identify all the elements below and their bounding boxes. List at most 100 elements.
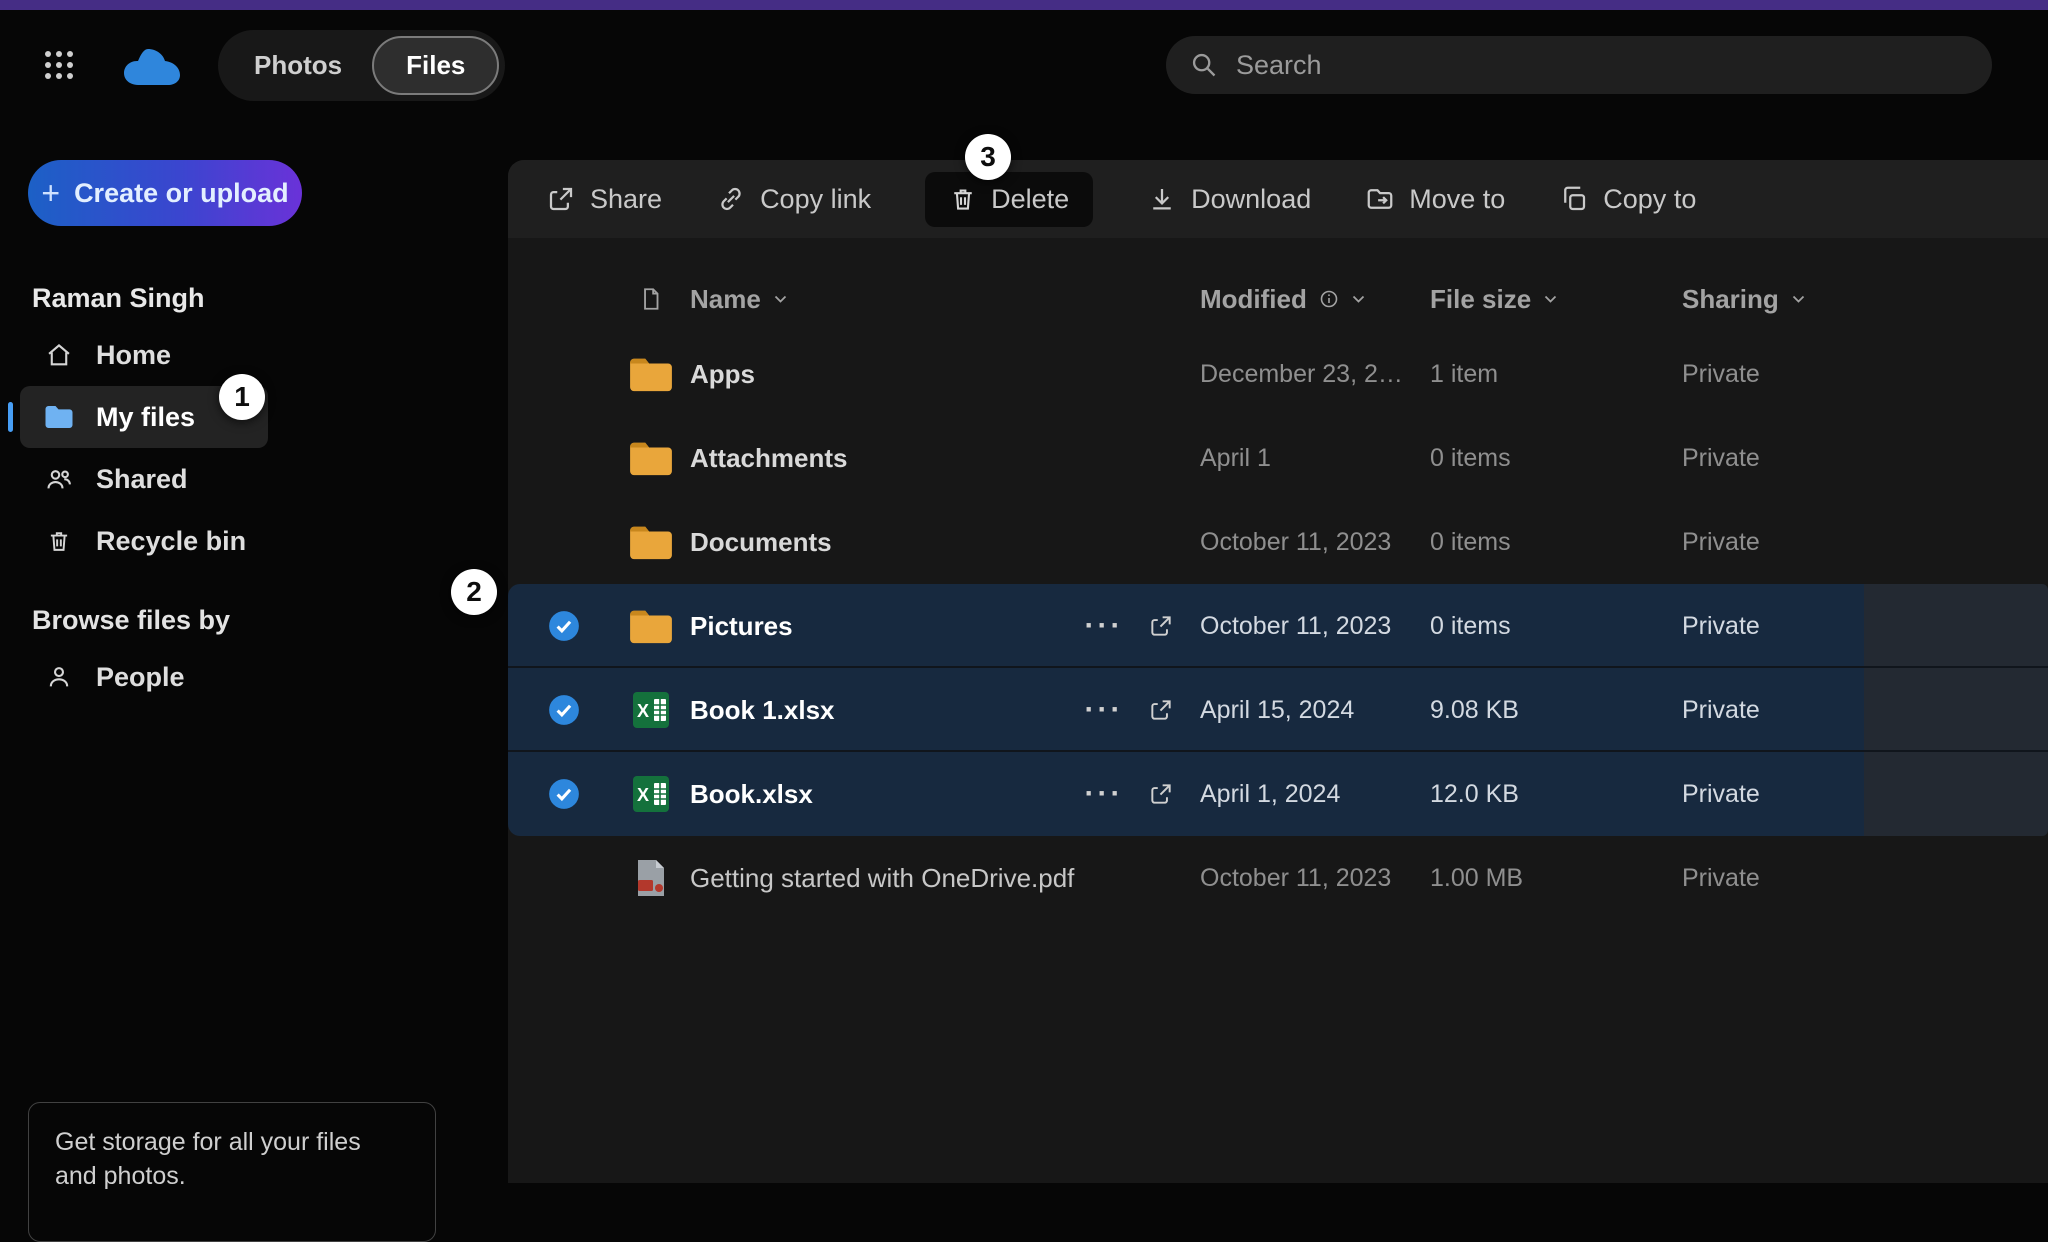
svg-text:X: X — [637, 785, 649, 805]
move-to-button[interactable]: Move to — [1365, 184, 1505, 215]
chevron-down-icon — [1791, 293, 1806, 305]
sidebar-nav: Raman Singh Home My files — [0, 272, 508, 708]
file-sharing: Private — [1674, 528, 2048, 557]
file-modified: April 1 — [1192, 444, 1422, 473]
selected-checkbox[interactable] — [508, 693, 620, 727]
sidebar-item-label: Shared — [96, 464, 188, 495]
move-to-icon — [1365, 184, 1395, 214]
home-icon — [44, 341, 74, 369]
table-row[interactable]: Getting started with OneDrive.pdf Octobe… — [508, 836, 2048, 920]
search-bar[interactable] — [1166, 36, 1992, 94]
share-icon — [546, 184, 576, 214]
trash-icon — [949, 185, 977, 213]
folder-icon — [620, 523, 682, 561]
app-launcher-icon[interactable] — [44, 50, 74, 80]
app-header: Photos Files — [0, 10, 2048, 120]
download-icon — [1147, 184, 1177, 214]
file-name[interactable]: Getting started with OneDrive.pdf — [682, 863, 1078, 894]
share-button[interactable]: Share — [546, 184, 662, 215]
file-size: 0 items — [1422, 612, 1674, 641]
table-row[interactable]: X Book 1.xlsx ··· April 15, 2024 9.08 KB… — [508, 668, 2048, 752]
chevron-down-icon — [773, 293, 788, 305]
main-panel: Share Copy link Delete — [508, 160, 2048, 1183]
file-type-column-icon — [620, 285, 682, 313]
file-name[interactable]: Pictures — [682, 611, 1078, 642]
share-label: Share — [590, 184, 662, 215]
annotation-badge-3: 3 — [965, 134, 1011, 180]
column-header-file-size[interactable]: File size — [1422, 284, 1674, 315]
table-row[interactable]: Apps December 23, 2… 1 item Private — [508, 332, 2048, 416]
photos-files-toggle: Photos Files — [218, 30, 505, 101]
svg-text:X: X — [637, 701, 649, 721]
table-row[interactable]: X Book.xlsx ··· April 1, 2024 12.0 KB Pr… — [508, 752, 2048, 836]
sidebar: + Create or upload Raman Singh Home My f… — [0, 120, 508, 1183]
row-share-icon[interactable] — [1130, 781, 1192, 807]
copy-link-button[interactable]: Copy link — [716, 184, 871, 215]
top-accent-strip — [0, 0, 2048, 10]
annotation-badge-1: 1 — [219, 374, 265, 420]
delete-button[interactable]: Delete — [925, 172, 1093, 227]
file-modified: April 1, 2024 — [1192, 780, 1422, 809]
row-share-icon[interactable] — [1130, 613, 1192, 639]
file-size: 1 item — [1422, 360, 1674, 389]
sidebar-item-recycle-bin[interactable]: Recycle bin — [20, 510, 448, 572]
create-or-upload-label: Create or upload — [74, 178, 289, 209]
file-sharing: Private — [1674, 444, 2048, 473]
file-sharing: Private — [1674, 864, 2048, 893]
file-name[interactable]: Book 1.xlsx — [682, 695, 1078, 726]
search-input[interactable] — [1236, 50, 1968, 81]
pdf-file-icon — [620, 858, 682, 898]
file-name[interactable]: Attachments — [682, 443, 1078, 474]
more-actions-icon[interactable]: ··· — [1078, 777, 1130, 811]
delete-label: Delete — [991, 184, 1069, 215]
file-name[interactable]: Book.xlsx — [682, 779, 1078, 810]
file-name[interactable]: Apps — [682, 359, 1078, 390]
chevron-down-icon — [1543, 293, 1558, 305]
user-name: Raman Singh — [0, 272, 508, 324]
folder-icon — [620, 355, 682, 393]
download-label: Download — [1191, 184, 1311, 215]
selected-checkbox[interactable] — [508, 777, 620, 811]
more-actions-icon[interactable]: ··· — [1078, 693, 1130, 727]
folder-icon — [620, 607, 682, 645]
copy-to-icon — [1559, 184, 1589, 214]
excel-file-icon: X — [620, 774, 682, 814]
file-name[interactable]: Documents — [682, 527, 1078, 558]
browse-files-by-label: Browse files by — [0, 594, 508, 646]
trash-icon — [44, 527, 74, 555]
table-row[interactable]: Attachments April 1 0 items Private — [508, 416, 2048, 500]
tab-files[interactable]: Files — [372, 36, 499, 95]
table-header: Name Modified File size Sharing — [508, 266, 2048, 332]
storage-promo-box[interactable]: Get storage for all your files and photo… — [28, 1102, 436, 1242]
column-header-sharing[interactable]: Sharing — [1674, 284, 2048, 315]
file-size: 0 items — [1422, 444, 1674, 473]
sidebar-item-shared[interactable]: Shared — [20, 448, 448, 510]
more-actions-icon[interactable]: ··· — [1078, 609, 1130, 643]
search-icon — [1190, 51, 1218, 79]
onedrive-logo-icon[interactable] — [122, 44, 186, 86]
row-share-icon[interactable] — [1130, 697, 1192, 723]
sidebar-item-label: People — [96, 662, 185, 693]
file-modified: October 11, 2023 — [1192, 612, 1422, 641]
info-icon — [1319, 289, 1339, 309]
table-row[interactable]: Pictures ··· October 11, 2023 0 items Pr… — [508, 584, 2048, 668]
download-button[interactable]: Download — [1147, 184, 1311, 215]
create-or-upload-button[interactable]: + Create or upload — [28, 160, 302, 226]
file-modified: October 11, 2023 — [1192, 864, 1422, 893]
column-header-modified[interactable]: Modified — [1192, 284, 1422, 315]
plus-icon: + — [41, 177, 60, 209]
move-to-label: Move to — [1409, 184, 1505, 215]
tab-photos[interactable]: Photos — [224, 36, 372, 95]
table-row[interactable]: Documents October 11, 2023 0 items Priva… — [508, 500, 2048, 584]
file-sharing: Private — [1674, 360, 2048, 389]
folder-icon — [44, 404, 74, 430]
copy-to-button[interactable]: Copy to — [1559, 184, 1696, 215]
storage-promo-text: Get storage for all your files and photo… — [55, 1128, 361, 1190]
selected-checkbox[interactable] — [508, 609, 620, 643]
sidebar-item-people[interactable]: People — [20, 646, 448, 708]
person-icon — [44, 663, 74, 691]
file-size: 1.00 MB — [1422, 864, 1674, 893]
column-header-name[interactable]: Name — [682, 284, 1078, 315]
file-modified: April 15, 2024 — [1192, 696, 1422, 725]
sidebar-item-label: My files — [96, 402, 195, 433]
